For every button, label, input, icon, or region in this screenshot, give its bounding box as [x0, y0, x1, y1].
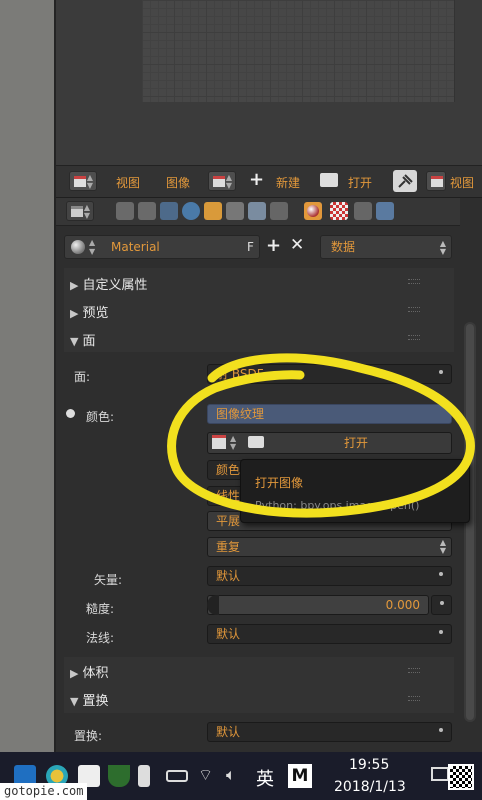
modifiers-icon[interactable] — [248, 202, 266, 220]
pin-icon[interactable] — [393, 170, 417, 192]
color-input-node-field[interactable]: 图像纹理 — [207, 404, 452, 424]
collapsed-arrow-icon: ▶ — [70, 279, 79, 292]
vector-field[interactable]: 默认 — [207, 566, 452, 586]
normal-label: 法线: — [86, 631, 115, 645]
drag-grip-icon[interactable] — [408, 696, 420, 701]
image-selector-row[interactable]: ▲ ▼ 打开 — [207, 432, 452, 454]
drag-grip-icon[interactable] — [408, 335, 420, 340]
wifi-icon[interactable]: ⌔ — [198, 765, 220, 787]
new-image-button[interactable]: 新建 — [276, 174, 300, 191]
security-shield-icon[interactable] — [108, 765, 130, 787]
battery-icon[interactable] — [166, 770, 188, 782]
expanded-arrow-icon: ▼ — [70, 335, 79, 348]
roughness-label: 糙度: — [86, 602, 115, 616]
expanded-arrow-icon: ▼ — [70, 695, 79, 708]
normal-field[interactable]: 默认 — [207, 624, 452, 644]
drag-grip-icon[interactable] — [408, 279, 420, 284]
add-material-icon[interactable]: + — [266, 235, 281, 256]
image-icon — [212, 435, 226, 449]
image-browse-icon[interactable]: ▲ ▼ — [208, 171, 236, 191]
view-menu[interactable]: 视图 — [116, 174, 140, 191]
fake-user-button[interactable]: F — [247, 240, 254, 254]
particles-icon[interactable] — [354, 202, 372, 220]
clock-date[interactable]: 2018/1/13 — [334, 779, 406, 795]
folder-icon — [248, 436, 264, 448]
object-icon[interactable] — [204, 202, 222, 220]
drag-grip-icon[interactable] — [408, 307, 420, 312]
left-viewport — [0, 0, 56, 752]
m-app-icon[interactable]: M — [288, 764, 312, 788]
drag-grip-icon[interactable] — [408, 668, 420, 673]
surface-label: 面: — [74, 370, 91, 384]
plus-icon[interactable]: + — [249, 169, 264, 190]
data-icon[interactable] — [270, 202, 288, 220]
color-label: 颜色: — [86, 410, 115, 424]
extension-dropdown[interactable]: 重复 ▲ ▼ — [207, 537, 452, 557]
volume-icon[interactable]: 🔈︎ — [226, 765, 248, 787]
notification-icon[interactable] — [431, 767, 449, 781]
physics-icon[interactable] — [376, 202, 394, 220]
material-selector[interactable]: ▲ ▼ Material F — [64, 235, 260, 259]
roughness-link-dot[interactable] — [431, 595, 452, 615]
properties-editor-type-icon[interactable]: ▲ ▼ — [66, 201, 94, 221]
link-toggle-icon[interactable] — [66, 409, 75, 418]
folder-icon[interactable] — [320, 173, 338, 187]
material-sphere-icon — [71, 240, 85, 254]
texture-icon[interactable] — [330, 202, 348, 220]
displacement-field[interactable]: 默认 — [207, 722, 452, 742]
editor-type-icon[interactable]: ▲ ▼ — [69, 171, 97, 191]
vector-label: 矢量: — [94, 573, 123, 587]
tooltip-popup: 打开图像 Python: bpy.ops.image.open() — [240, 459, 470, 523]
render-icon[interactable] — [116, 202, 134, 220]
tooltip-title: 打开图像 — [255, 476, 304, 490]
tooltip-python: Python: bpy.ops.image.open() — [255, 499, 420, 512]
panel-displacement[interactable]: ▼ 置换 — [64, 685, 454, 713]
collapsed-arrow-icon: ▶ — [70, 667, 79, 680]
displacement-label: 置换: — [74, 729, 103, 743]
constraints-icon[interactable] — [226, 202, 244, 220]
image-menu[interactable]: 图像 — [166, 174, 190, 191]
uv-grid[interactable] — [142, 0, 455, 102]
panel-preview[interactable]: ▶ 预览 — [64, 296, 454, 324]
material-slot-row: ▲ ▼ Material F + ✕ 数据 ▲ ▼ — [64, 233, 454, 261]
usb-icon[interactable] — [138, 765, 150, 787]
panel-surface[interactable]: ▼ 面 — [64, 324, 454, 352]
watermark: gotopie.com — [0, 783, 88, 800]
clock-time[interactable]: 19:55 — [349, 757, 389, 773]
open-image-field-button[interactable]: 打开 — [344, 436, 368, 450]
roughness-slider[interactable]: 0.000 — [207, 595, 429, 615]
open-image-button[interactable]: 打开 — [348, 174, 372, 191]
collapsed-arrow-icon: ▶ — [70, 307, 79, 320]
panel-volume[interactable]: ▶ 体积 — [64, 657, 454, 685]
material-icon[interactable] — [304, 202, 322, 220]
panel-custom-props[interactable]: ▶ 自定义属性 — [64, 268, 454, 296]
image-editor-header: ▲ ▼ 视图 图像 ▲ ▼ + 新建 打开 视图 — [56, 165, 482, 198]
properties-context-bar: ▲ ▼ — [56, 198, 460, 226]
image-icon[interactable] — [426, 171, 446, 191]
render-layers-icon[interactable] — [138, 202, 156, 220]
world-icon[interactable] — [182, 202, 200, 220]
ime-indicator[interactable]: 英 — [256, 765, 274, 791]
material-name: Material — [111, 240, 160, 254]
data-link-dropdown[interactable]: 数据 ▲ ▼ — [320, 235, 452, 259]
image-editor-area[interactable] — [56, 0, 482, 165]
surface-shader-field[interactable]: 射 BSDF — [207, 364, 452, 384]
qr-code-icon — [448, 764, 474, 790]
unlink-material-icon[interactable]: ✕ — [290, 235, 304, 255]
scene-icon[interactable] — [160, 202, 178, 220]
view-menu-2[interactable]: 视图 — [450, 174, 474, 191]
updown-icon: ▲ ▼ — [89, 238, 96, 256]
